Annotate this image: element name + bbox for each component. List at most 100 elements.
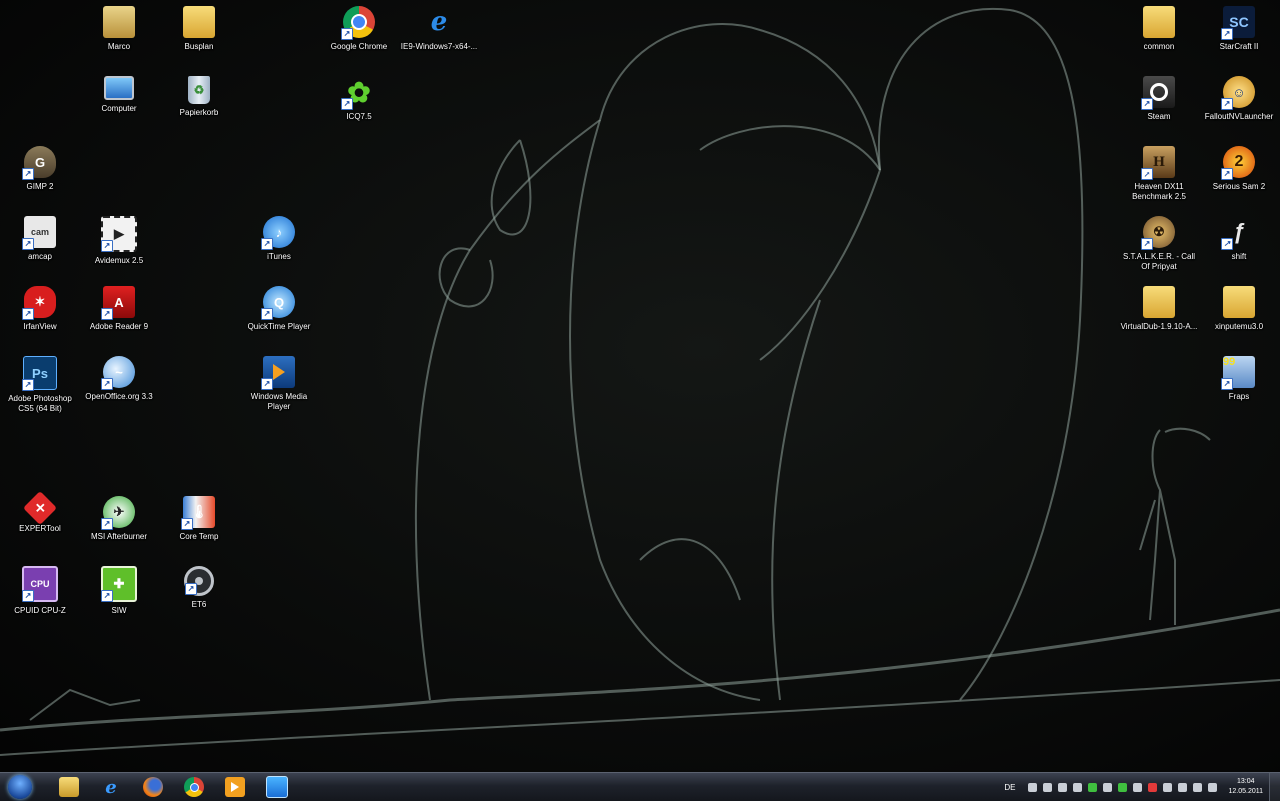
firefox-icon bbox=[143, 777, 163, 797]
desktop-icon-msi-afterburner[interactable]: ✈ ↗ MSI Afterburner bbox=[79, 492, 159, 542]
desktop-icon-label: amcap bbox=[27, 252, 52, 261]
desktop-icon-google-chrome[interactable]: ↗ Google Chrome bbox=[319, 2, 399, 52]
stalker-icon: ☢ ↗ bbox=[1141, 216, 1175, 250]
desktop-icon-label: iTunes bbox=[267, 252, 291, 261]
taskbar-pinned-chrome[interactable] bbox=[175, 774, 213, 800]
folder-icon bbox=[183, 6, 215, 38]
cpuz-icon: CPU ↗ bbox=[22, 566, 58, 602]
et6-icon: ↗ bbox=[184, 566, 214, 596]
taskbar: e DE 13:04 12.05.2011 bbox=[0, 772, 1280, 801]
desktop-icon-ie9[interactable]: e IE9-Windows7-x64-... bbox=[399, 2, 479, 52]
folder-icon bbox=[1143, 6, 1175, 38]
desktop-icon-label: Marco bbox=[107, 42, 131, 51]
desktop-icon-marco[interactable]: Marco bbox=[79, 2, 159, 52]
desktop-icon-adobe-reader[interactable]: A ↗ Adobe Reader 9 bbox=[79, 282, 159, 332]
desktop-icon-openoffice[interactable]: ~ ↗ OpenOffice.org 3.3 bbox=[79, 352, 159, 402]
desktop-icon-papierkorb[interactable]: ♻ Papierkorb bbox=[159, 72, 239, 118]
desktop-icon-shift[interactable]: ƒ ↗ shift bbox=[1199, 212, 1279, 262]
tray-icon[interactable] bbox=[1043, 782, 1053, 792]
shift-icon: ƒ ↗ bbox=[1221, 216, 1255, 250]
desktop-icon-gimp[interactable]: G ↗ GIMP 2 bbox=[0, 142, 80, 192]
folder-icon bbox=[1223, 286, 1255, 318]
desktop-icon-label: Core Temp bbox=[179, 532, 219, 541]
internet-explorer-icon: e bbox=[105, 776, 117, 798]
tray-icon[interactable] bbox=[1088, 782, 1098, 792]
desktop-icon-label: Papierkorb bbox=[179, 108, 219, 117]
desktop-icon-core-temp[interactable]: 🌡 ↗ Core Temp bbox=[159, 492, 239, 542]
tray-icon[interactable] bbox=[1163, 782, 1173, 792]
clock[interactable]: 13:04 12.05.2011 bbox=[1228, 777, 1263, 797]
desktop-icon-xinputemu[interactable]: xinputemu3.0 bbox=[1199, 282, 1279, 332]
desktop-icon-heaven-benchmark[interactable]: H ↗ Heaven DX11 Benchmark 2.5 bbox=[1119, 142, 1199, 202]
shortcut-arrow-icon: ↗ bbox=[22, 238, 34, 250]
desktop-icon-avidemux[interactable]: ▶ ↗ Avidemux 2.5 bbox=[79, 212, 159, 266]
language-indicator[interactable]: DE bbox=[1004, 783, 1015, 792]
taskbar-pinned-firefox[interactable] bbox=[134, 774, 172, 800]
desktop-icon-steam[interactable]: ↗ Steam bbox=[1119, 72, 1199, 122]
desktop-icon-expertool[interactable]: ✕ EXPERTool bbox=[0, 491, 80, 534]
desktop-icon-busplan[interactable]: Busplan bbox=[159, 2, 239, 52]
steam-icon: ↗ bbox=[1141, 76, 1175, 110]
clock-time: 13:04 bbox=[1236, 778, 1255, 785]
desktop-icon-computer[interactable]: Computer bbox=[79, 72, 159, 114]
taskbar-pinned-app[interactable] bbox=[258, 774, 296, 800]
desktop-icon-windows-media-player[interactable]: ↗ Windows Media Player bbox=[239, 352, 319, 412]
desktop-icon-itunes[interactable]: ♪ ↗ iTunes bbox=[239, 212, 319, 262]
network-icon[interactable] bbox=[1193, 782, 1203, 792]
desktop-icon-serious-sam[interactable]: 2 ↗ Serious Sam 2 bbox=[1199, 142, 1279, 192]
taskbar-pinned-media-player[interactable] bbox=[216, 774, 254, 800]
tray-icon[interactable] bbox=[1133, 782, 1143, 792]
tray-icon[interactable] bbox=[1073, 782, 1083, 792]
shortcut-arrow-icon: ↗ bbox=[1141, 238, 1153, 250]
expertool-icon: ✕ bbox=[23, 491, 57, 525]
desktop-icon-fallout-nv[interactable]: ☺ ↗ FalloutNVLauncher bbox=[1199, 72, 1279, 122]
avidemux-icon: ▶ ↗ bbox=[101, 216, 137, 252]
desktop-icon-label: IrfanView bbox=[23, 322, 57, 331]
desktop-icon-stalker[interactable]: ☢ ↗ S.T.A.L.K.E.R. - Call Of Pripyat bbox=[1119, 212, 1199, 272]
desktop-icon-label: xinputemu3.0 bbox=[1214, 322, 1264, 331]
desktop-icon-virtualdub[interactable]: VirtualDub-1.9.10-A... bbox=[1119, 282, 1199, 332]
tray-icon[interactable] bbox=[1028, 782, 1038, 792]
user-folder-icon bbox=[103, 6, 135, 38]
taskbar-pinned-internet-explorer[interactable]: e bbox=[92, 774, 130, 800]
tray-icon[interactable] bbox=[1058, 782, 1068, 792]
volume-icon[interactable] bbox=[1208, 782, 1218, 792]
shortcut-arrow-icon: ↗ bbox=[1221, 168, 1233, 180]
desktop-icon-amcap[interactable]: cam ↗ amcap bbox=[0, 212, 80, 262]
clock-date: 12.05.2011 bbox=[1228, 788, 1263, 795]
siw-icon: ✚ ↗ bbox=[101, 566, 137, 602]
desktop-icon-common[interactable]: common bbox=[1119, 2, 1199, 52]
desktop-icon-quicktime[interactable]: Q ↗ QuickTime Player bbox=[239, 282, 319, 332]
desktop-icon-photoshop[interactable]: Ps ↗ Adobe Photoshop CS5 (64 Bit) bbox=[0, 352, 80, 414]
shortcut-arrow-icon: ↗ bbox=[341, 28, 353, 40]
desktop-icon-icq[interactable]: ✿ ↗ ICQ7.5 bbox=[319, 72, 399, 122]
start-button[interactable] bbox=[2, 773, 38, 801]
shortcut-arrow-icon: ↗ bbox=[101, 518, 113, 530]
media-player-icon: ↗ bbox=[261, 356, 295, 390]
shortcut-arrow-icon: ↗ bbox=[22, 379, 34, 391]
taskbar-pinned-explorer[interactable] bbox=[50, 774, 88, 800]
shortcut-arrow-icon: ↗ bbox=[1221, 378, 1233, 390]
shortcut-arrow-icon: ↗ bbox=[1221, 28, 1233, 40]
desktop-icon-et6[interactable]: ↗ ET6 bbox=[159, 562, 239, 610]
desktop-icon-label: Busplan bbox=[184, 42, 214, 51]
tray-icon[interactable] bbox=[1118, 782, 1128, 792]
desktop-icon-cpuz[interactable]: CPU ↗ CPUID CPU-Z bbox=[0, 562, 80, 616]
flag-icon[interactable] bbox=[1178, 782, 1188, 792]
desktop-icon-label: Adobe Photoshop CS5 (64 Bit) bbox=[8, 394, 72, 413]
show-desktop-button[interactable] bbox=[1269, 773, 1280, 801]
photoshop-icon: Ps ↗ bbox=[22, 356, 57, 391]
core-temp-icon: 🌡 ↗ bbox=[181, 496, 215, 530]
desktop-icon-siw[interactable]: ✚ ↗ SIW bbox=[79, 562, 159, 616]
desktop-icon-starcraft[interactable]: SC ↗ StarCraft II bbox=[1199, 2, 1279, 52]
tray-icon[interactable] bbox=[1148, 782, 1158, 792]
media-player-icon bbox=[225, 777, 245, 797]
tray-icon[interactable] bbox=[1103, 782, 1113, 792]
desktop-icon-label: Fraps bbox=[1228, 392, 1250, 401]
chrome-icon: ↗ bbox=[341, 6, 375, 40]
desktop-icon-irfanview[interactable]: ✶ ↗ IrfanView bbox=[0, 282, 80, 332]
desktop-icon-label: SIW bbox=[111, 606, 127, 615]
desktop-icon-label: IE9-Windows7-x64-... bbox=[400, 42, 478, 51]
shortcut-arrow-icon: ↗ bbox=[181, 518, 193, 530]
desktop-icon-fraps[interactable]: 99 ↗ Fraps bbox=[1199, 352, 1279, 402]
